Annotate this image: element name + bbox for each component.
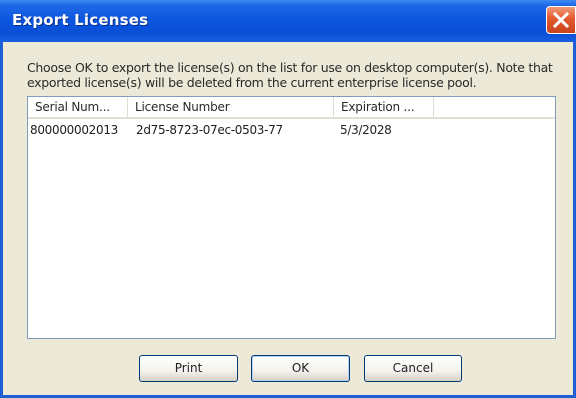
export-licenses-dialog: Export Licenses Choose OK to export the … — [0, 0, 576, 398]
cell-serial-number: 800000002013 — [30, 123, 119, 137]
column-header-filler — [434, 97, 555, 119]
window-title: Export Licenses — [12, 11, 149, 29]
column-header-serial-number[interactable]: Serial Num... — [28, 97, 128, 119]
column-header-expiration[interactable]: Expiration ... — [334, 97, 434, 119]
title-bar[interactable]: Export Licenses — [0, 0, 576, 42]
message-line-2: exported license(s) will be deleted from… — [27, 75, 477, 90]
print-button[interactable]: Print — [139, 355, 238, 382]
close-icon — [552, 11, 570, 29]
message-line-1: Choose OK to export the license(s) on th… — [27, 60, 553, 75]
cancel-button[interactable]: Cancel — [364, 355, 462, 382]
license-list[interactable]: Serial Num... License Number Expiration … — [27, 96, 556, 339]
instruction-message: Choose OK to export the license(s) on th… — [27, 60, 557, 90]
close-button[interactable] — [546, 6, 576, 34]
list-item[interactable]: 800000002013 2d75-8723-07ec-0503-77 5/3/… — [28, 121, 555, 139]
list-header: Serial Num... License Number Expiration … — [28, 97, 555, 119]
cell-license-number: 2d75-8723-07ec-0503-77 — [136, 123, 283, 137]
column-header-license-number[interactable]: License Number — [128, 97, 334, 119]
ok-button[interactable]: OK — [251, 355, 350, 382]
cell-expiration: 5/3/2028 — [340, 123, 392, 137]
